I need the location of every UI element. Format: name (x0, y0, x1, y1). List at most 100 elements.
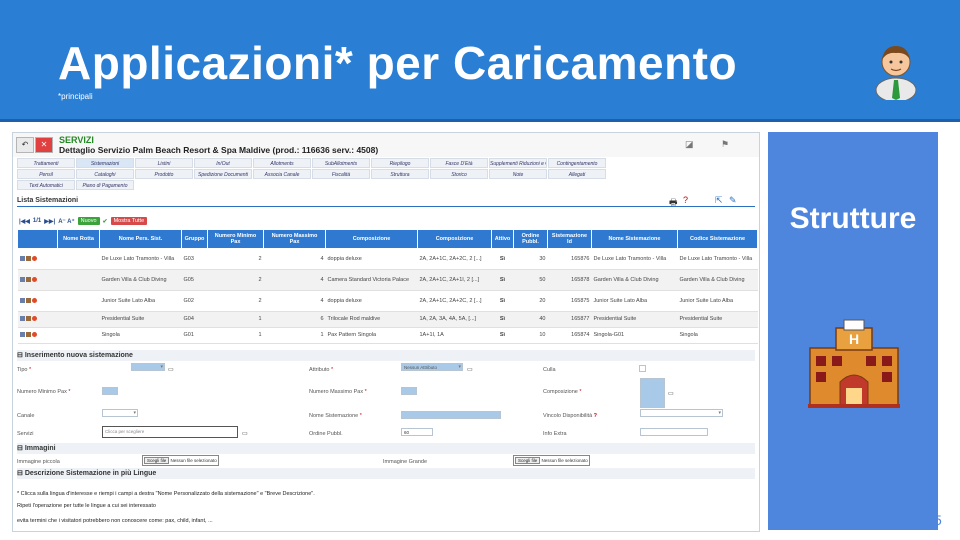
row-actions[interactable] (17, 290, 58, 312)
menu-item[interactable]: Trattamenti (17, 158, 75, 168)
table-row[interactable]: De Luxe Lato Tramonto - Villa G03 2 4 doppia… (17, 248, 758, 270)
row-actions[interactable] (17, 269, 58, 291)
calendar-icon[interactable]: ▭ (242, 430, 248, 437)
close-icon[interactable]: ✕ (35, 137, 53, 153)
edit-icon[interactable]: ✎ (729, 195, 737, 206)
menu-item[interactable]: Associa Canale (253, 169, 311, 179)
column-header[interactable]: Nome Rotta (57, 229, 100, 249)
help-icon[interactable]: ? (683, 195, 688, 205)
edit-icon[interactable] (19, 316, 25, 322)
composizione-listbox[interactable] (640, 378, 665, 408)
edit-icon[interactable] (19, 255, 25, 261)
column-header[interactable]: Gruppo (181, 229, 208, 249)
menu-item[interactable]: Note (489, 169, 547, 179)
cell-codice[interactable]: Singola (677, 327, 758, 344)
menu-item[interactable]: Sistemazioni (76, 158, 134, 168)
column-header[interactable]: Composizione (325, 229, 418, 249)
font-size-icon[interactable]: A⁻ A⁺ (58, 218, 74, 225)
tipo-select[interactable]: ▾ (131, 363, 165, 371)
column-header[interactable]: Composizione (417, 229, 492, 249)
column-header[interactable]: Numero Massimo Pax (263, 229, 326, 249)
img-large-file-input[interactable]: Scegli file Nessun file selezionato (513, 455, 590, 466)
column-header[interactable]: Attivo (491, 229, 514, 249)
copy-icon[interactable] (25, 297, 31, 303)
menu-item[interactable]: In/Out (194, 158, 252, 168)
calendar-icon[interactable]: ▭ (467, 366, 473, 373)
column-header[interactable]: Sistemazione Id (547, 229, 592, 249)
row-actions[interactable] (17, 248, 58, 270)
ordine-input[interactable]: 60 (401, 428, 433, 436)
menu-item[interactable]: Cataloghi (76, 169, 134, 179)
print-icon[interactable]: 🖶 (669, 195, 678, 211)
flag-icon[interactable]: ⚑ (721, 139, 729, 150)
table-row[interactable]: Singola G01 1 1 Pax Pattern Singola 1A+1I, 1A… (17, 327, 758, 344)
cell-codice[interactable]: De Luxe Lato Tramonto - Villa (677, 248, 758, 270)
back-icon[interactable]: ↶ (16, 137, 34, 153)
copy-icon[interactable] (25, 276, 31, 282)
tool-icon[interactable]: ◪ (685, 139, 694, 150)
table-row[interactable]: Junior Suite Lato Alba G02 2 4 doppia deluxe… (17, 290, 758, 312)
delete-icon[interactable] (31, 276, 37, 282)
menu-item[interactable]: Prodotto (135, 169, 193, 179)
cell-codice[interactable]: Garden Villa & Club Diving (677, 269, 758, 291)
menu-item[interactable]: Fasce D'Età (430, 158, 488, 168)
delete-icon[interactable] (31, 255, 37, 261)
calendar-icon[interactable]: ▭ (668, 390, 674, 397)
edit-list-icon[interactable]: ✔ (103, 218, 108, 225)
table-row[interactable]: Garden Villa & Club Diving G05 2 4 Camera St… (17, 269, 758, 291)
menu-item[interactable]: Pensil (17, 169, 75, 179)
pager-first-icon[interactable]: |◀◀ (19, 218, 30, 225)
cell-codice[interactable]: Presidential Suite (677, 311, 758, 328)
nome-sist-input[interactable] (401, 411, 501, 419)
new-button[interactable]: Nuovo (77, 217, 100, 225)
menu-item[interactable]: Text Automatici (17, 180, 75, 190)
column-header[interactable]: Codice Sistemazione (677, 229, 758, 249)
menu-item[interactable]: Supplementi Riduzioni e Offerte (489, 158, 547, 168)
copy-icon[interactable] (25, 255, 31, 261)
info-extra-input[interactable] (640, 428, 708, 436)
edit-icon[interactable] (19, 332, 25, 338)
canale-select[interactable]: ▾ (102, 409, 138, 417)
menu-item[interactable]: Contingentamento (548, 158, 606, 168)
row-actions[interactable] (17, 327, 58, 344)
menu-item[interactable]: Struttura (371, 169, 429, 179)
show-all-button[interactable]: Mostra Tutte (110, 217, 148, 225)
edit-icon[interactable] (19, 297, 25, 303)
cell-min: 1 (207, 311, 264, 328)
table-row[interactable]: Presidential Suite G04 1 6 Trilocale Rod mal… (17, 311, 758, 328)
culla-checkbox[interactable] (639, 365, 646, 372)
menu-item[interactable]: Piano di Pagamento (76, 180, 134, 190)
menu-item[interactable]: Listini (135, 158, 193, 168)
row-actions[interactable] (17, 311, 58, 328)
menu-item[interactable]: Riepilogo (371, 158, 429, 168)
desc-section-title[interactable]: ⊟ Descrizione Sistemazione in più Lingue (17, 468, 755, 479)
delete-icon[interactable] (31, 316, 37, 322)
menu-item[interactable]: Allegati (548, 169, 606, 179)
images-section-title[interactable]: ⊟ Immagini (17, 443, 755, 454)
cell-codice[interactable]: Junior Suite Lato Alba (677, 290, 758, 312)
pager-last-icon[interactable]: ▶▶| (44, 218, 55, 225)
insert-section-title[interactable]: ⊟ Inserimento nuova sistemazione (17, 350, 755, 361)
column-header[interactable]: Numero Minimo Pax (207, 229, 264, 249)
column-header[interactable]: Nome Sistemazione (591, 229, 678, 249)
delete-icon[interactable] (31, 297, 37, 303)
min-pax-input[interactable] (102, 387, 118, 395)
img-small-file-input[interactable]: Scegli file Nessun file selezionato (142, 455, 219, 466)
attributo-select[interactable]: Nessun Attributo ▾ (401, 363, 463, 371)
servizi-input[interactable]: Clicca per scegliere (102, 426, 238, 438)
menu-item[interactable]: Allotments (253, 158, 311, 168)
menu-item[interactable]: Spedizione Documenti (194, 169, 252, 179)
copy-icon[interactable] (25, 332, 31, 338)
copy-icon[interactable] (25, 316, 31, 322)
max-pax-input[interactable] (401, 387, 417, 395)
vincolo-select[interactable]: ▾ (640, 409, 723, 417)
column-header[interactable]: Ordine Pubbl. (513, 229, 548, 249)
delete-icon[interactable] (31, 332, 37, 338)
edit-icon[interactable] (19, 276, 25, 282)
column-header[interactable]: Nome Pers. Sist. (99, 229, 182, 249)
menu-item[interactable]: SubAllotments (312, 158, 370, 168)
calendar-icon[interactable]: ▭ (168, 366, 174, 373)
menu-item[interactable]: Fiscalità (312, 169, 370, 179)
external-link-icon[interactable]: ⇱ (715, 195, 723, 206)
menu-item[interactable]: Storico (430, 169, 488, 179)
